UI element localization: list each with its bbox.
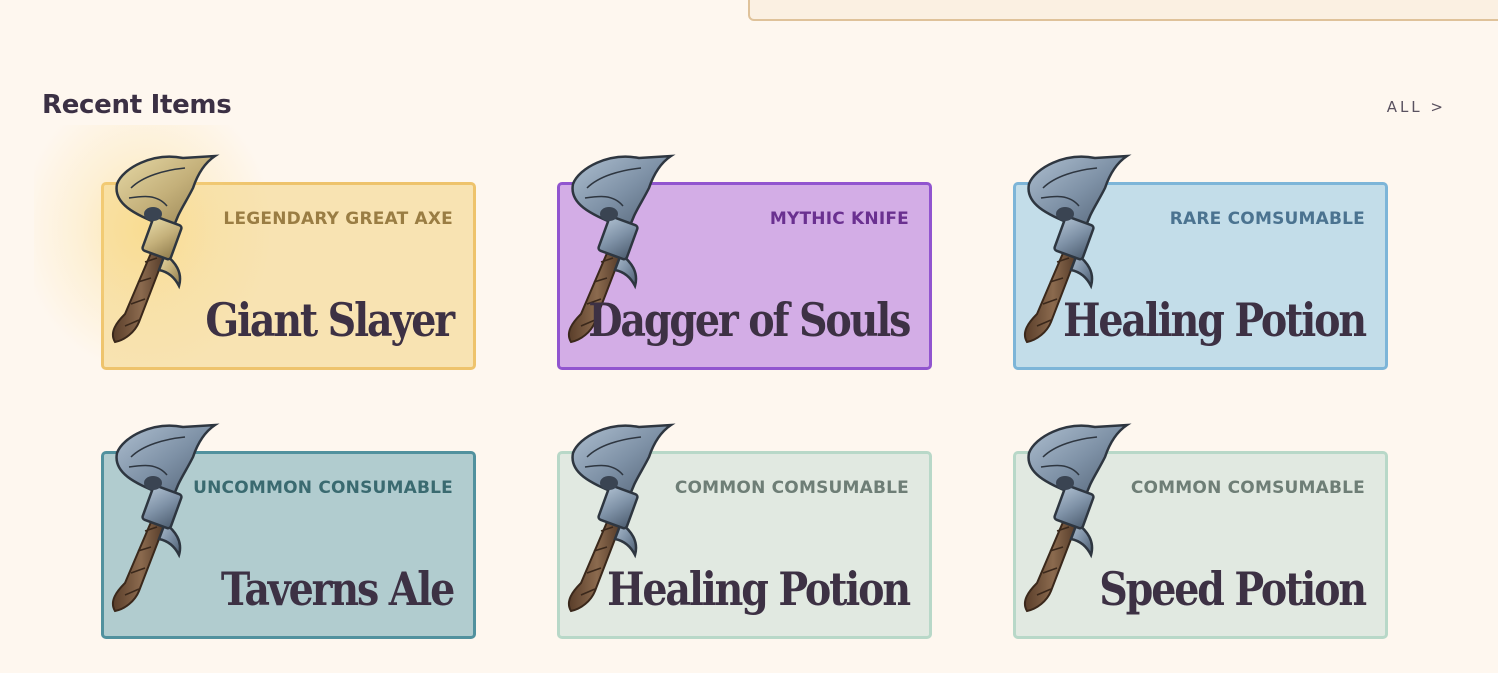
item-card-speed-potion[interactable]: COMMON COMSUMABLE Speed Potion (1013, 423, 1388, 639)
item-name: Speed Potion (1099, 562, 1367, 616)
item-grid: LEGENDARY GREAT AXE Giant Slayer MYTHIC … (34, 125, 1388, 639)
item-card-healing-potion-common[interactable]: COMMON COMSUMABLE Healing Potion (557, 423, 932, 639)
item-name: Taverns Ale (220, 562, 455, 616)
item-card-dagger-of-souls[interactable]: MYTHIC KNIFE Dagger of Souls (557, 154, 932, 370)
item-card-taverns-ale[interactable]: UNCOMMON CONSUMABLE Taverns Ale (101, 423, 476, 639)
item-rarity: MYTHIC KNIFE (769, 209, 909, 229)
item-name: Healing Potion (1063, 293, 1367, 347)
item-card-giant-slayer[interactable]: LEGENDARY GREAT AXE Giant Slayer (34, 125, 476, 385)
item-rarity: COMMON COMSUMABLE (1130, 478, 1365, 498)
item-name: Dagger of Souls (588, 293, 911, 347)
item-rarity: RARE COMSUMABLE (1169, 209, 1365, 229)
item-name: Healing Potion (607, 562, 911, 616)
item-card-healing-potion-rare[interactable]: RARE COMSUMABLE Healing Potion (1013, 154, 1388, 370)
section-title: Recent Items (42, 90, 232, 120)
item-rarity: LEGENDARY GREAT AXE (223, 209, 453, 229)
item-rarity: COMMON COMSUMABLE (674, 478, 909, 498)
item-name: Giant Slayer (205, 293, 455, 347)
view-all-link[interactable]: ALL > (1387, 98, 1446, 116)
steel-axe-icon (111, 423, 217, 613)
top-panel (748, 0, 1498, 21)
item-rarity: UNCOMMON CONSUMABLE (193, 478, 453, 498)
